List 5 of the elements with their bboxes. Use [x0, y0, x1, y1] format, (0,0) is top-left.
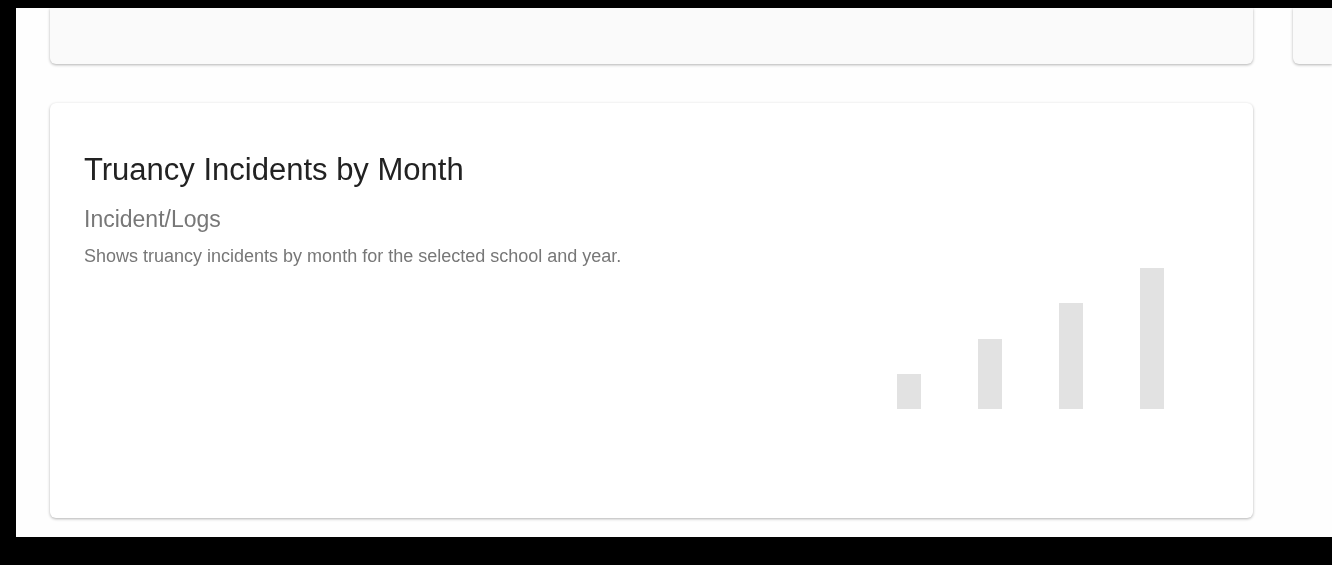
- report-card[interactable]: Truancy Incidents by Month Incident/Logs Shows truancy incidents by month for the selected school and year.: [50, 103, 1253, 518]
- card-description: Shows truancy incidents by month for the selected school and year.: [84, 245, 623, 268]
- bar-chart-icon: [897, 268, 1164, 409]
- card-title: Truancy Incidents by Month: [84, 151, 465, 189]
- card-category: Incident/Logs: [84, 205, 222, 233]
